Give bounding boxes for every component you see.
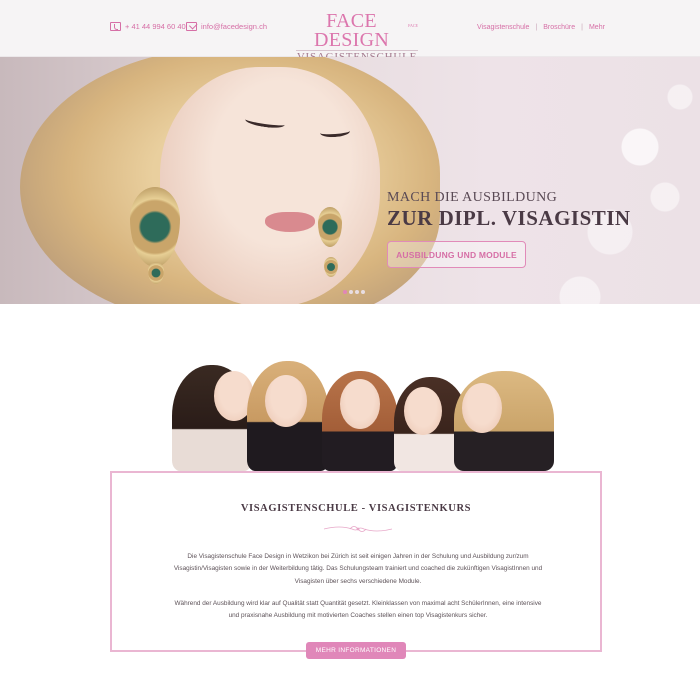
main-nav: Visagistenschule | Broschüre | Mehr	[477, 24, 605, 31]
nav-item-visagistenschule[interactable]: Visagistenschule	[477, 24, 529, 31]
nav-separator: |	[581, 24, 583, 31]
intro-paragraph: Die Visagistenschule Face Design in Wetz…	[152, 551, 564, 588]
mail-icon	[186, 22, 197, 31]
more-info-button[interactable]: MEHR INFORMATIONEN	[306, 642, 406, 659]
hero-title: ZUR DIPL. VISAGISTIN	[387, 206, 631, 230]
group-photo	[172, 357, 554, 471]
ausbildung-module-button[interactable]: AUSBILDUNG UND MODULE	[387, 241, 526, 268]
nav-item-broschuere[interactable]: Broschüre	[543, 24, 575, 31]
nav-item-mehr[interactable]: Mehr	[589, 24, 605, 31]
info-box: VISAGISTENSCHULE - VISAGISTENKURS Die Vi…	[110, 471, 602, 652]
site-header: + 41 44 994 60 40 info@facedesign.ch FAC…	[0, 0, 700, 63]
paragraph-line: Visagistin/Visagisten sowie in der Weite…	[173, 565, 543, 573]
phone-number[interactable]: + 41 44 994 60 40	[125, 22, 186, 31]
paragraph-line: Während der Ausbildung wird klar auf Qua…	[174, 600, 542, 607]
ornament-divider-icon	[323, 526, 393, 532]
paragraph-line: und praxisnahe Ausbildung mit motivierte…	[228, 612, 488, 620]
hero-subtitle: MACH DIE AUSBILDUNG	[387, 190, 558, 205]
hero-slider: MACH DIE AUSBILDUNG ZUR DIPL. VISAGISTIN…	[0, 57, 700, 304]
email-contact[interactable]: info@facedesign.ch	[186, 22, 267, 31]
paragraph-line: Visagisten über sechs verschiedene Modul…	[294, 577, 422, 585]
email-address[interactable]: info@facedesign.ch	[201, 22, 267, 31]
slider-dot[interactable]	[343, 290, 347, 294]
slider-dot[interactable]	[355, 290, 359, 294]
section-title: VISAGISTENSCHULE - VISAGISTENKURS	[240, 503, 472, 514]
phone-icon	[110, 22, 121, 31]
slider-dot[interactable]	[349, 290, 353, 294]
slider-pagination	[343, 290, 367, 294]
site-logo[interactable]: FACE DESIGN FACE VISAGISTENSCHULE	[296, 10, 418, 63]
nav-separator: |	[535, 24, 538, 31]
quality-paragraph: Während der Ausbildung wird klar auf Qua…	[152, 598, 564, 623]
paragraph-line: Die Visagistenschule Face Design in Wetz…	[187, 553, 529, 560]
logo-wordmark: FACE DESIGN	[313, 10, 390, 51]
phone-contact[interactable]: + 41 44 994 60 40	[110, 22, 186, 31]
logo-tag: FACE	[408, 23, 418, 28]
slider-dot[interactable]	[361, 290, 365, 294]
